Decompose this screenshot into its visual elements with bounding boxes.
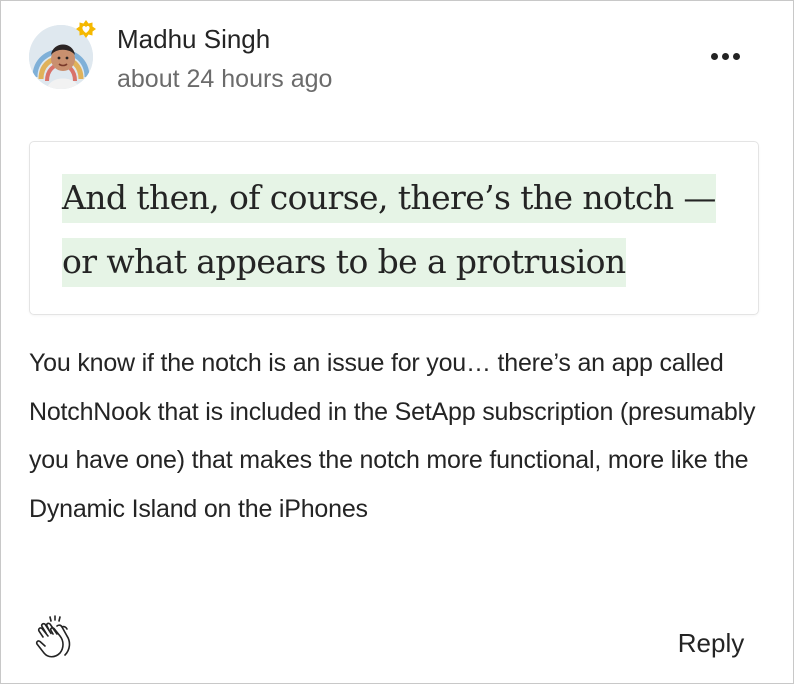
comment-card: Madhu Singh about 24 hours ago And then,…: [0, 0, 794, 684]
comment-body: You know if the notch is an issue for yo…: [29, 349, 756, 523]
highlighted-quote[interactable]: And then, of course, there’s the notch —…: [29, 141, 759, 315]
more-options-dot: [732, 52, 740, 60]
author-avatar-container[interactable]: [29, 20, 96, 89]
member-star-badge-icon: [75, 19, 97, 41]
clap-icon: [35, 615, 71, 658]
comment-timestamp[interactable]: about 24 hours ago: [117, 63, 332, 95]
clap-button[interactable]: [33, 615, 75, 661]
quote-highlight-text: And then, of course, there’s the notch —…: [62, 174, 716, 287]
more-options-button[interactable]: [701, 41, 749, 71]
more-options-icon: [710, 52, 718, 60]
quote-text-container: And then, of course, there’s the notch —…: [62, 166, 752, 294]
reply-button[interactable]: Reply: [661, 623, 761, 663]
more-options-dot: [721, 52, 729, 60]
author-name[interactable]: Madhu Singh: [117, 23, 270, 55]
